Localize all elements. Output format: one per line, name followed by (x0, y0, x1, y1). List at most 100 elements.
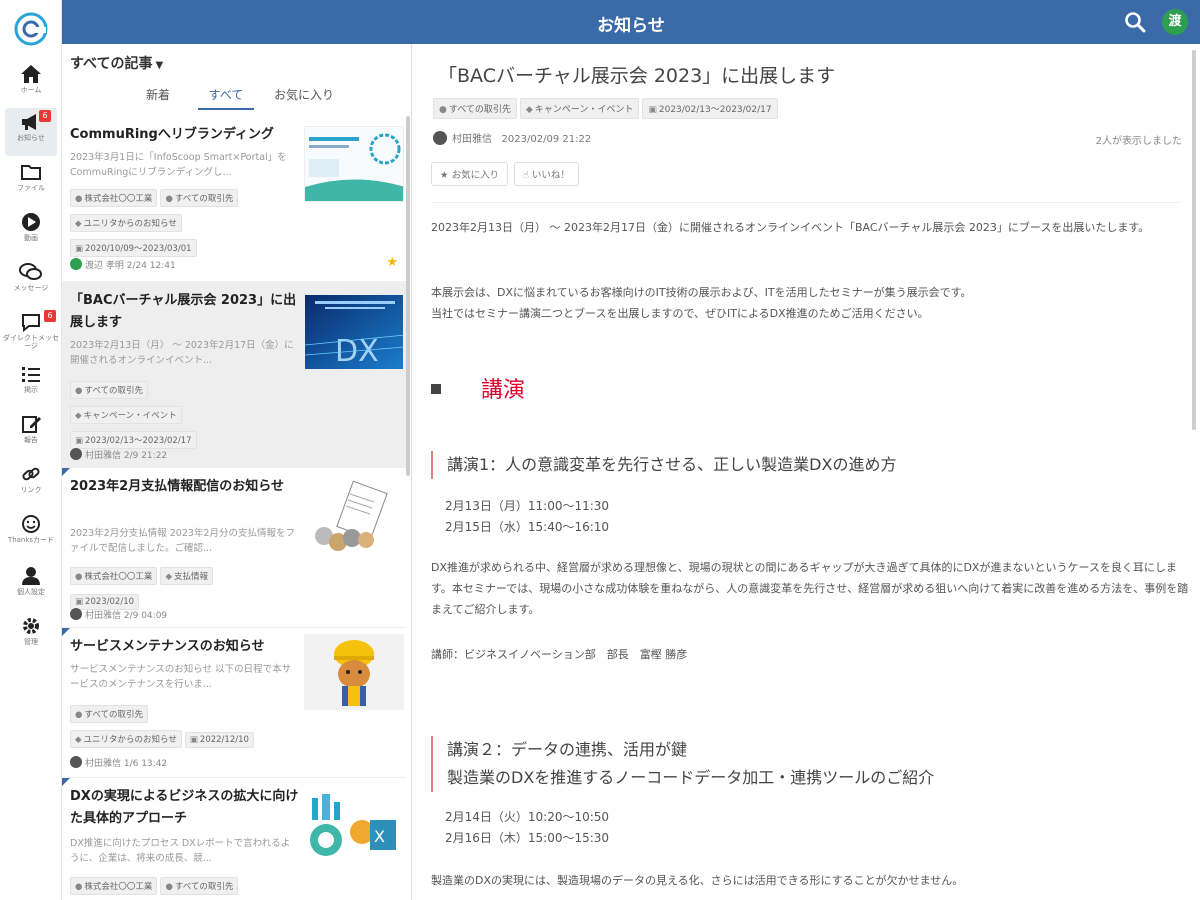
article-scrollbar[interactable] (1192, 50, 1196, 430)
rail-label: 個人設定 (17, 588, 45, 596)
list-item[interactable]: サービスメンテナンスのお知らせ サービスメンテナンスのお知らせ 以下の日程で本サ… (62, 628, 406, 778)
favorite-label: お気に入り (451, 170, 500, 181)
edit-icon (22, 416, 41, 433)
card-title: 2023年2月支払情報配信のお知らせ (70, 479, 284, 494)
list-scrollbar[interactable] (406, 116, 410, 476)
card-excerpt: サービスメンテナンスのお知らせ 以下の日程で本サービスのメンテナンスを行いま..… (70, 664, 292, 690)
notification-badge: 6 (39, 110, 51, 122)
rail-notices[interactable]: お知らせ 6 (5, 108, 57, 156)
rail-label: メッセージ (13, 284, 49, 292)
square-bullet (431, 384, 441, 394)
tag-chip-label: 株式会社〇〇工業 (84, 572, 153, 582)
like-label: いいね！ (531, 170, 570, 181)
card-meta: 村田雅信 2/9 21:22 (70, 448, 167, 461)
talk2-heading-line: 製造業のDXを推進するノーコードデータ加工・連携ツールのご紹介 (447, 768, 935, 787)
favorite-button[interactable]: ★ お気に入り (431, 162, 509, 186)
tag-icon: ◆ (75, 219, 82, 229)
chat-icon (19, 263, 42, 280)
rail-files[interactable]: ファイル (0, 158, 62, 206)
avatar (433, 131, 447, 145)
rail-label: お知らせ (17, 134, 45, 142)
talk2-heading: 講演２：データの連携、活用が鍵 製造業のDXを推進するノーコードデータ加工・連携… (431, 736, 934, 792)
rail-personal-settings[interactable]: 個人設定 (0, 562, 62, 610)
schedule-line: 2月16日（木）15:00〜15:30 (445, 831, 610, 845)
group-icon: ● (165, 882, 173, 892)
tag-chip[interactable]: ◆ キャンペーン・イベント (519, 98, 640, 119)
divider (431, 202, 1182, 203)
tab-new[interactable]: 新着 (126, 84, 190, 110)
gear-icon (23, 618, 39, 634)
calendar-icon: ▣ (75, 597, 84, 607)
star-icon[interactable]: ★ (386, 255, 398, 270)
tag-chip: ● すべての取引先 (70, 705, 148, 723)
post-date: 2023/02/09 21:22 (501, 134, 592, 145)
group-icon: ● (165, 194, 173, 204)
group-icon: ● (75, 194, 83, 204)
avatar (70, 608, 82, 620)
search-icon[interactable] (1124, 11, 1146, 33)
rail-report[interactable]: 報告 (0, 410, 62, 458)
schedule-line: 2月15日（水）15:40〜16:10 (445, 520, 610, 534)
unread-marker (62, 468, 70, 476)
svg-text:DX: DX (335, 334, 379, 369)
date-chip-label: 2020/10/09〜2023/03/01 (85, 244, 192, 254)
talk1-speaker: 講師：ビジネスイノベーション部 部長 富樫 勝彦 (431, 648, 688, 661)
group-icon: ● (75, 386, 83, 396)
user-avatar[interactable]: 渡 (1162, 9, 1188, 35)
thumbnail-image (304, 480, 404, 556)
play-icon (22, 213, 40, 231)
tag-chip[interactable]: ● すべての取引先 (433, 98, 517, 119)
tag-chip-label: すべての取引先 (84, 386, 143, 396)
tag-icon: ◆ (165, 572, 172, 582)
card-excerpt: 2023年2月13日（月） 〜 2023年2月17日（金）に開催されるオンライン… (70, 340, 294, 366)
date-chip-label: 2023/02/10 (85, 597, 135, 607)
card-excerpt: DX推進に向けたプロセス DXレポートで言われるように、企業は、将来の成長、競.… (70, 838, 291, 864)
avatar (70, 258, 82, 270)
like-button[interactable]: ☝ いいね！ (514, 162, 579, 186)
thumbnail-image: X (304, 790, 404, 866)
rail-links[interactable]: リンク (0, 460, 62, 508)
thumbnail-image (304, 126, 404, 202)
rail-label: ダイレクトメッセージ (3, 334, 59, 350)
rail-label: ファイル (17, 184, 45, 192)
article-filter-dropdown[interactable]: すべての記事 ▼ (70, 53, 163, 73)
tag-chip-label: 株式会社〇〇工業 (84, 194, 153, 204)
card-tags: ● すべての取引先 ◆ ユニリタからのお知らせ ▣ 2022/12/10 (70, 702, 300, 752)
group-icon: ● (75, 882, 83, 892)
tab-all[interactable]: すべて (198, 84, 254, 110)
list-item[interactable]: DXの実現によるビジネスの拡大に向けた具体的アプローチ DX推進に向けたプロセス… (62, 778, 406, 900)
article-detail: 「BACバーチャル展示会 2023」に出展します ● すべての取引先 ◆ キャンペーン… (413, 44, 1200, 900)
rail-board[interactable]: 掲示 (0, 360, 62, 408)
tag-chip: ◆ ユニリタからのお知らせ (70, 214, 182, 232)
date-chip-label: 2022/12/10 (199, 735, 249, 745)
tab-favorites[interactable]: お気に入り (264, 84, 344, 110)
unread-marker (62, 628, 70, 636)
avatar (70, 756, 82, 768)
thumbnail-image (304, 634, 404, 710)
article-list-pane: すべての記事 ▼ 新着 すべて お気に入り CommuRingへリブランディング … (62, 44, 412, 900)
rail-messages[interactable]: メッセージ (0, 258, 62, 306)
group-icon: ● (75, 710, 83, 720)
avatar (70, 448, 82, 460)
article-author: 村田雅信 2023/02/09 21:22 (433, 130, 591, 145)
user-icon (22, 567, 40, 585)
tag-chip-label: すべての取引先 (84, 710, 143, 720)
rail-thanks[interactable]: Thanksカード (0, 510, 62, 558)
date-chip: ▣ 2022/12/10 (184, 732, 254, 748)
list-item[interactable]: 「BACバーチャル展示会 2023」に出展します 2023年2月13日（月） 〜… (62, 282, 406, 468)
calendar-icon: ▣ (189, 735, 198, 745)
card-meta: 村田雅信 1/6 13:42 (70, 756, 167, 769)
schedule-line: 2月14日（火）10:20〜10:50 (445, 810, 610, 824)
rail-home[interactable]: ホーム (0, 60, 62, 108)
view-count[interactable]: 2人が表示しました (1096, 132, 1182, 147)
tag-chip-label: キャンペーン・イベント (534, 105, 634, 115)
app-logo[interactable] (12, 10, 50, 48)
card-title: サービスメンテナンスのお知らせ (70, 639, 265, 654)
list-item[interactable]: CommuRingへリブランディング 2023年3月1日に「InfoScoop … (62, 116, 406, 282)
rail-video[interactable]: 動画 (0, 208, 62, 256)
rail-direct-messages[interactable]: ダイレクトメッセージ 6 (0, 308, 62, 356)
rail-admin[interactable]: 管理 (0, 612, 62, 660)
article-tags: ● すべての取引先 ◆ キャンペーン・イベント ▣ 2023/02/13〜2023/02/… (433, 97, 781, 123)
list-item[interactable]: 2023年2月支払情報配信のお知らせ 2023年2月分支払情報 2023年2月分… (62, 468, 406, 628)
tag-icon: ◆ (75, 735, 82, 745)
